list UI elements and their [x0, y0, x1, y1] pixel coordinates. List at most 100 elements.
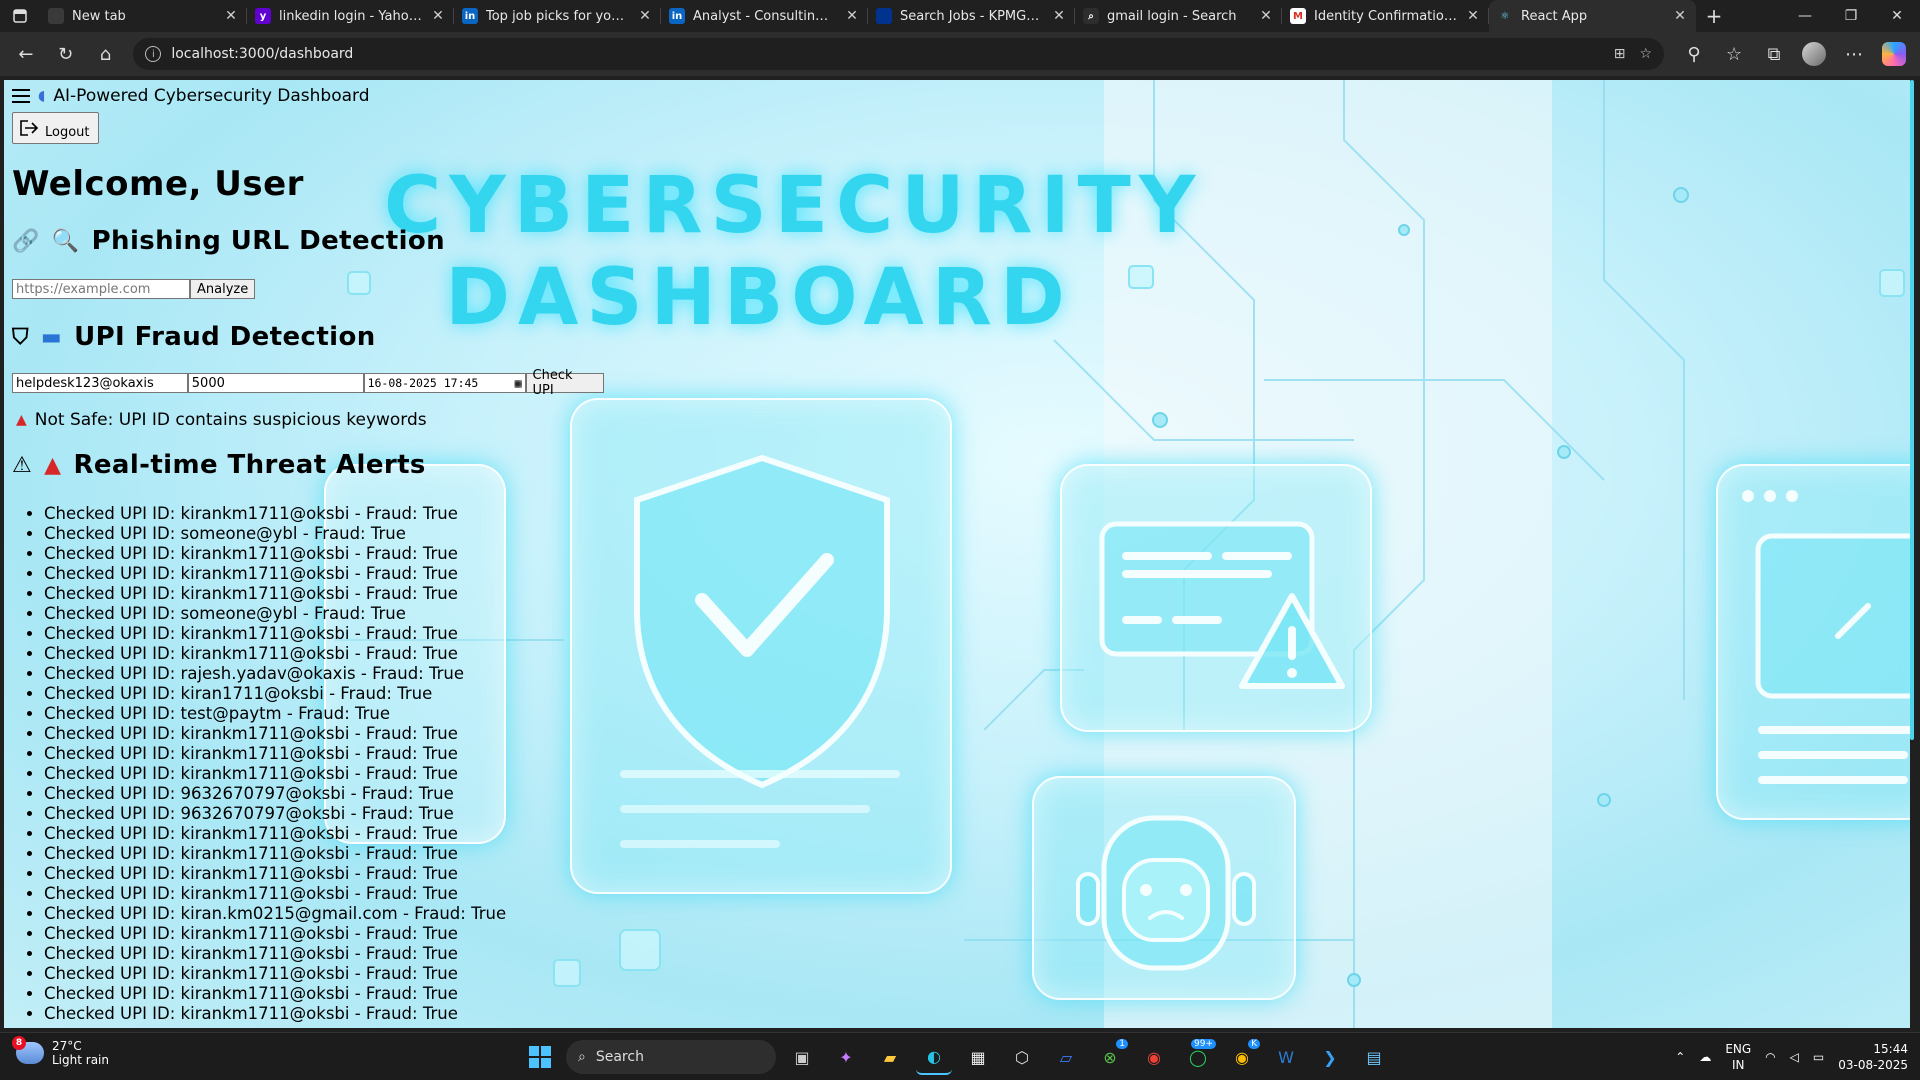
start-button[interactable] [522, 1039, 558, 1075]
browser-tab[interactable]: in Top job picks for you | LinkedIn ✕ [454, 0, 661, 32]
close-tab-icon[interactable]: ✕ [844, 8, 860, 24]
app-header: ◖ AI-Powered Cybersecurity Dashboard [12, 86, 370, 106]
weather-badge: 8 [12, 1036, 26, 1050]
tab-actions-button[interactable] [0, 0, 40, 32]
browser-tab[interactable]: in Analyst - Consulting Implementation ✕ [661, 0, 868, 32]
upi-section-title: ⛉ ▬ UPI Fraud Detection [12, 322, 376, 352]
whatsapp-icon[interactable]: ◯ 99+ [1180, 1039, 1216, 1075]
reload-button[interactable]: ↻ [48, 38, 84, 70]
xbox-badge: 1 [1116, 1039, 1128, 1049]
magnifier-icon: 🔍 [51, 228, 80, 254]
language-indicator[interactable]: ENG IN [1725, 1041, 1751, 1073]
copilot-icon [1882, 42, 1907, 66]
taskbar-search-label: Search [595, 1049, 644, 1065]
home-icon: ⌂ [99, 43, 112, 65]
onedrive-icon[interactable]: ☁ [1699, 1050, 1711, 1064]
tab-title: linkedin login - Yahoo India [279, 8, 422, 24]
close-tab-icon[interactable]: ✕ [1465, 8, 1481, 24]
extensions-icon[interactable]: ⚲ [1676, 38, 1712, 70]
app-available-icon[interactable]: ⊞ [1614, 46, 1626, 62]
tab-title: Top job picks for you | LinkedIn [486, 8, 629, 24]
linkedin-icon: in [462, 8, 478, 24]
task-view-icon[interactable]: ▣ [784, 1039, 820, 1075]
calendar-icon[interactable]: ▦ [515, 376, 522, 390]
phishing-title-text: Phishing URL Detection [91, 226, 446, 256]
close-tab-icon[interactable]: ✕ [223, 8, 239, 24]
favorites-icon[interactable]: ☆ [1716, 38, 1752, 70]
address-bar[interactable]: i localhost:3000/dashboard ⊞ ☆ [133, 38, 1665, 70]
settings-menu-button[interactable]: ⋯ [1836, 38, 1872, 70]
chevron-up-icon[interactable]: ⌃ [1675, 1050, 1685, 1064]
taskbar: 8 27°C Light rain ⌕ Search ▣ ✦ ▰ ◐ ▦ ⬡ ▱… [0, 1032, 1920, 1080]
profile-button[interactable] [1796, 38, 1832, 70]
hero-title: CYBERSECURITY DASHBOARD [384, 160, 1204, 344]
alert-item: Checked UPI ID: kirankm1711@oksbi - Frau… [44, 744, 506, 764]
chrome-profile-icon[interactable]: ◉ K [1224, 1039, 1260, 1075]
edge-icon[interactable]: ◐ [916, 1039, 952, 1075]
restore-button[interactable]: ❐ [1828, 0, 1874, 32]
tab-title: Search Jobs - KPMG India Careers [900, 8, 1043, 24]
newtab-icon [48, 8, 64, 24]
page-scrollbar[interactable] [1910, 80, 1914, 740]
credit-card-icon: ▬ [40, 324, 63, 350]
navigation-bar: ← ↻ ⌂ i localhost:3000/dashboard ⊞ ☆ ⚲ ☆… [0, 32, 1920, 76]
unity-icon[interactable]: ⬡ [1004, 1039, 1040, 1075]
wifi-icon[interactable]: ◠ [1765, 1050, 1775, 1064]
copilot-button[interactable] [1876, 38, 1912, 70]
close-tab-icon[interactable]: ✕ [637, 8, 653, 24]
tab-title: gmail login - Search [1107, 8, 1237, 24]
copilot-taskbar-icon[interactable]: ✦ [828, 1039, 864, 1075]
chrome-icon[interactable]: ◉ [1136, 1039, 1172, 1075]
kpmg-icon [876, 8, 892, 24]
notepad-icon[interactable]: ▤ [1356, 1039, 1392, 1075]
collections-icon[interactable]: ⧉ [1756, 38, 1792, 70]
close-tab-icon[interactable]: ✕ [1051, 8, 1067, 24]
store-icon[interactable]: ▦ [960, 1039, 996, 1075]
minimize-button[interactable]: — [1782, 0, 1828, 32]
amount-input[interactable]: 5000 [187, 373, 364, 393]
alerts-list: Checked UPI ID: kirankm1711@oksbi - Frau… [44, 504, 506, 1024]
battery-icon[interactable]: ▭ [1813, 1050, 1824, 1064]
react-icon: ⚛ [1497, 8, 1513, 24]
logout-button[interactable]: Logout [12, 112, 99, 144]
weather-widget[interactable]: 8 27°C Light rain [12, 1036, 109, 1067]
upi-id-input[interactable]: helpdesk123@okaxis [12, 373, 188, 393]
region-code: IN [1732, 1058, 1745, 1072]
alert-item: Checked UPI ID: kirankm1711@oksbi - Frau… [44, 864, 506, 884]
browser-tab[interactable]: ⚛ React App ✕ [1489, 0, 1696, 32]
warning-icon: ⚠ [12, 452, 33, 478]
word-icon[interactable]: W [1268, 1039, 1304, 1075]
url-input[interactable]: https://example.com [12, 279, 190, 299]
volume-icon[interactable]: ◁ [1790, 1050, 1799, 1064]
close-tab-icon[interactable]: ✕ [1672, 8, 1688, 24]
home-button[interactable]: ⌂ [88, 38, 124, 70]
new-tab-button[interactable]: + [1696, 0, 1732, 32]
alert-item: Checked UPI ID: kirankm1711@oksbi - Frau… [44, 964, 506, 984]
hero-title-line1: CYBERSECURITY [384, 161, 1204, 251]
favorite-star-icon[interactable]: ☆ [1639, 46, 1652, 62]
hamburger-menu-icon[interactable] [12, 89, 30, 103]
clock[interactable]: 15:44 03-08-2025 [1838, 1041, 1908, 1073]
browser-tab[interactable]: y linkedin login - Yahoo India ✕ [247, 0, 454, 32]
check-upi-button[interactable]: Check UPI [525, 368, 604, 398]
vscode-icon[interactable]: ❯ [1312, 1039, 1348, 1075]
alert-item: Checked UPI ID: kirankm1711@oksbi - Frau… [44, 764, 506, 784]
taskbar-search[interactable]: ⌕ Search [566, 1040, 776, 1074]
close-tab-icon[interactable]: ✕ [430, 8, 446, 24]
powerautomate-icon[interactable]: ▱ [1048, 1039, 1084, 1075]
close-window-button[interactable]: ✕ [1874, 0, 1920, 32]
close-tab-icon[interactable]: ✕ [1258, 8, 1274, 24]
site-info-icon[interactable]: i [145, 46, 162, 62]
yahoo-icon: y [255, 8, 271, 24]
browser-tab[interactable]: New tab ✕ [40, 0, 247, 32]
browser-tab[interactable]: ⌕ gmail login - Search ✕ [1075, 0, 1282, 32]
browser-tab[interactable]: Search Jobs - KPMG India Careers ✕ [868, 0, 1075, 32]
phishing-form: https://example.com Analyze [12, 279, 256, 299]
xbox-icon[interactable]: ⊗ 1 [1092, 1039, 1128, 1075]
back-button[interactable]: ← [8, 38, 44, 70]
file-explorer-icon[interactable]: ▰ [872, 1039, 908, 1075]
analyze-button[interactable]: Analyze [190, 279, 256, 299]
alert-item: Checked UPI ID: someone@ybl - Fraud: Tru… [44, 604, 506, 624]
browser-tab[interactable]: M Identity Confirmation - kiran ✕ [1282, 0, 1489, 32]
datetime-input[interactable]: 16-08-2025 17:45 ▦ [363, 373, 526, 393]
